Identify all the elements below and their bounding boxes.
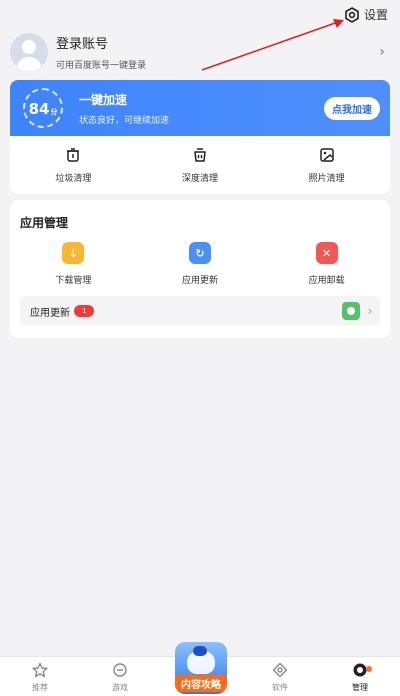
speed-up-button[interactable]: 点我加速 xyxy=(324,96,380,120)
clean-item-photo[interactable]: 照片清理 xyxy=(267,147,387,184)
trash-bin-icon xyxy=(67,147,80,162)
settings-button[interactable]: 设置 xyxy=(344,6,388,23)
gear-icon xyxy=(345,6,359,23)
nav-item-manage[interactable]: 管理 xyxy=(320,662,400,696)
nav-label: 管理 xyxy=(352,683,368,692)
update-count-badge: 1 xyxy=(74,305,95,317)
app-label: 应用卸载 xyxy=(308,276,345,286)
app-thumbnail-icon xyxy=(342,302,360,320)
clean-card: 垃圾清理 深度清理 照片清理 xyxy=(10,136,390,194)
update-row-label: 应用更新 xyxy=(30,307,70,319)
clean-label: 深度清理 xyxy=(181,173,218,184)
photo-clean-icon xyxy=(319,147,334,162)
speed-title: 一键加速 xyxy=(79,92,128,107)
chevron-right-icon: › xyxy=(367,304,373,318)
speed-subtitle: 状态良好，可继续加速 xyxy=(79,115,170,126)
nav-item-software[interactable]: 软件 xyxy=(240,662,320,696)
score-value: 84 xyxy=(28,100,50,118)
notification-dot xyxy=(366,666,372,672)
nav-item-recommend[interactable]: 推荐 xyxy=(0,662,80,696)
gamepad-icon xyxy=(113,663,127,677)
avatar xyxy=(10,33,48,71)
update-icon: ↻ xyxy=(188,242,211,264)
clean-item-deep[interactable]: 深度清理 xyxy=(140,147,260,184)
app-management-card: 应用管理 ↓ 下载管理 ↻ 应用更新 ✕ 应用卸载 应用更新 1 › xyxy=(10,200,390,338)
clean-label: 垃圾清理 xyxy=(55,173,92,184)
software-icon xyxy=(272,662,288,678)
speed-card: 84 分 一键加速 状态良好，可继续加速 点我加速 xyxy=(10,80,390,136)
star-icon xyxy=(32,662,48,678)
chevron-right-icon: › xyxy=(379,44,385,60)
nav-label: 游戏 xyxy=(112,683,128,692)
app-item-uninstall[interactable]: ✕ 应用卸载 xyxy=(267,242,387,286)
app-label: 应用更新 xyxy=(181,276,218,286)
app-item-download[interactable]: ↓ 下载管理 xyxy=(13,242,133,286)
clean-label: 照片清理 xyxy=(308,173,345,184)
app-update-row[interactable]: 应用更新 1 › xyxy=(20,296,380,326)
section-title: 应用管理 xyxy=(20,216,69,230)
app-item-update[interactable]: ↻ 应用更新 xyxy=(140,242,260,286)
account-row[interactable]: 登录账号 可用百度账号一键登录 › xyxy=(10,30,390,74)
download-icon: ↓ xyxy=(62,242,85,264)
nav-label: 推荐 xyxy=(32,683,48,692)
nav-label: 软件 xyxy=(272,683,288,692)
content-guide-label: 内容攻略 xyxy=(175,675,227,692)
app-label: 下载管理 xyxy=(55,276,92,286)
nav-item-games[interactable]: 游戏 xyxy=(80,662,160,696)
clean-item-trash[interactable]: 垃圾清理 xyxy=(13,147,133,184)
deep-clean-icon xyxy=(194,147,206,162)
content-guide-button[interactable]: 内容攻略 xyxy=(175,642,227,694)
account-name: 登录账号 xyxy=(56,37,109,52)
settings-label: 设置 xyxy=(363,8,388,22)
score-unit: 分 xyxy=(50,108,58,116)
uninstall-icon: ✕ xyxy=(315,242,338,264)
score-circle: 84 分 xyxy=(23,88,63,128)
account-subtitle: 可用百度账号一键登录 xyxy=(56,61,147,71)
